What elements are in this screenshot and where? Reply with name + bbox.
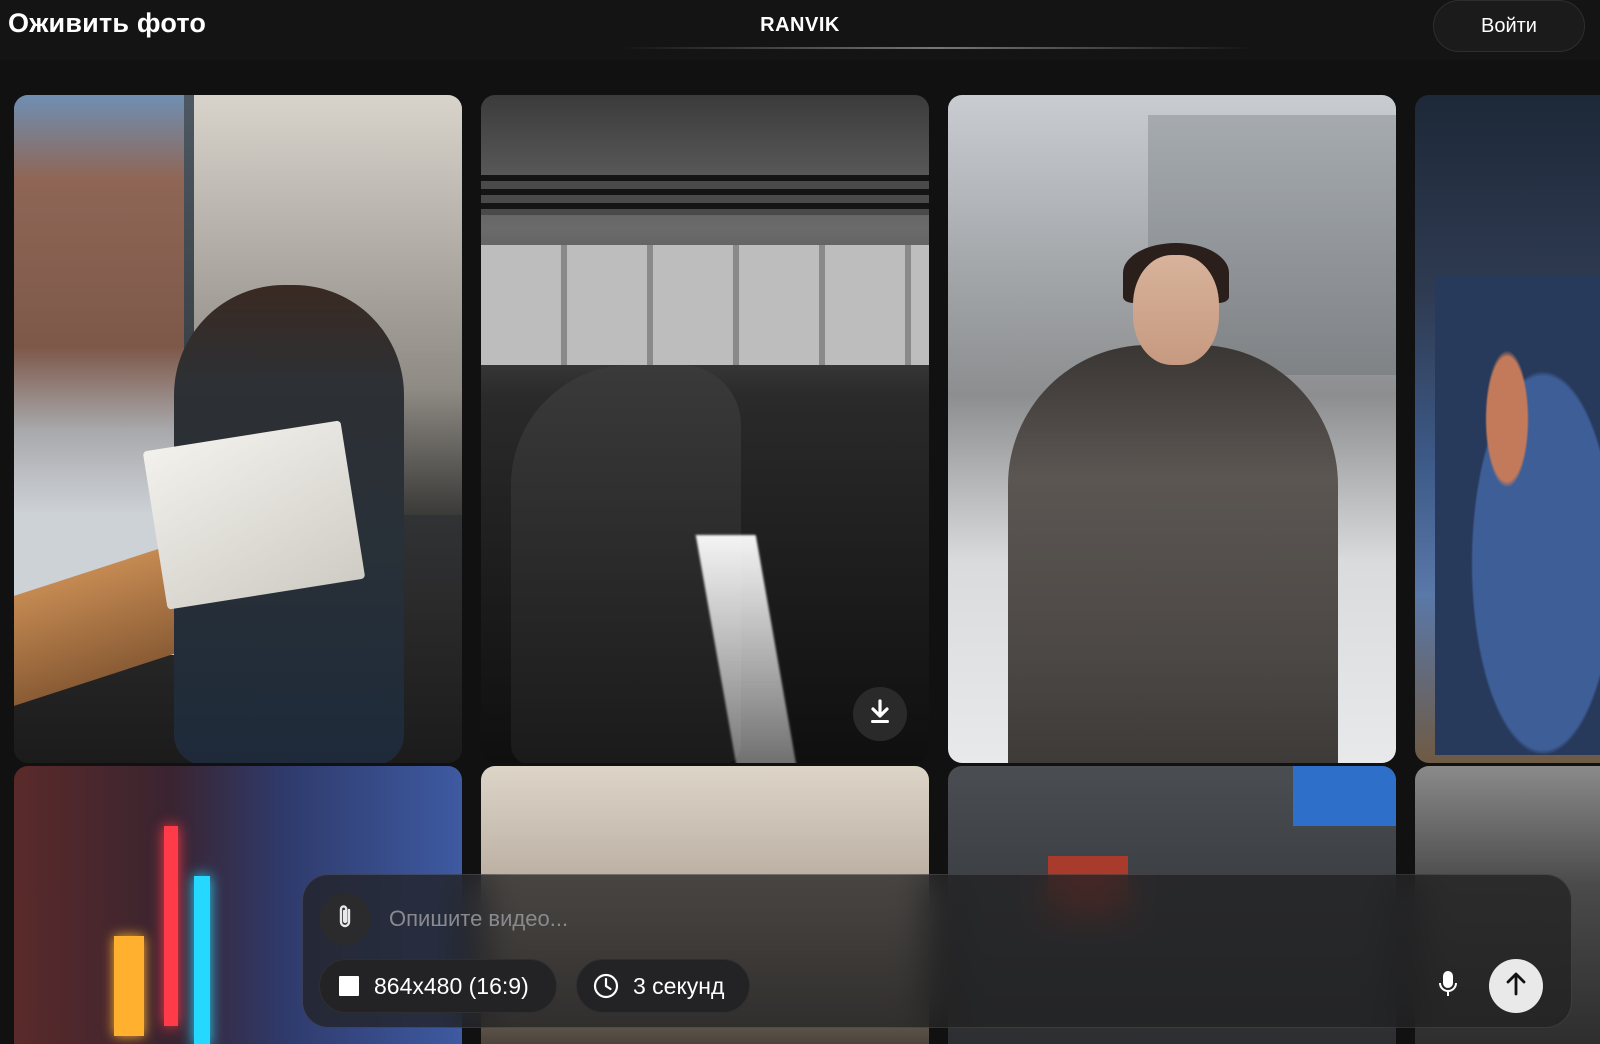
paperclip-icon [334,903,356,936]
clock-icon [593,973,619,999]
voice-input-button[interactable] [1421,959,1475,1013]
man-reading-newspaper-photo[interactable] [14,95,462,763]
photo-detail [194,876,210,1044]
classroom-photo[interactable] [1415,95,1600,763]
prompt-input[interactable] [389,897,1389,941]
send-button[interactable] [1489,959,1543,1013]
photo-detail [1133,255,1219,365]
photo-detail [142,420,366,610]
microphone-icon [1438,970,1458,1003]
top-bar: Оживить фото RANVIK Войти [0,0,1600,60]
arrow-up-icon [1505,972,1527,1001]
photo-detail [481,175,929,215]
resolution-label: 864x480 (16:9) [374,972,529,999]
login-button[interactable]: Войти [1433,0,1585,52]
photo-detail [481,245,929,365]
woman-in-snow-photo[interactable] [948,95,1396,763]
download-icon [868,698,892,730]
attach-button[interactable] [319,893,371,945]
brand-logo[interactable]: RANVIK [0,14,1600,37]
duration-label: 3 секунд [633,972,725,999]
duration-selector[interactable]: 3 секунд [576,959,750,1013]
photo-detail [1293,766,1396,826]
photo-detail [164,826,178,1026]
resolution-selector[interactable]: 864x480 (16:9) [319,959,557,1013]
photo-detail [1435,275,1600,755]
photo-detail [1008,345,1338,763]
brand-underline [620,47,1256,49]
square-icon [338,975,360,997]
download-button[interactable] [853,687,907,741]
photo-detail [114,936,144,1036]
prompt-panel: 864x480 (16:9) 3 секунд [302,874,1572,1028]
welder-sparks-photo[interactable] [481,95,929,763]
